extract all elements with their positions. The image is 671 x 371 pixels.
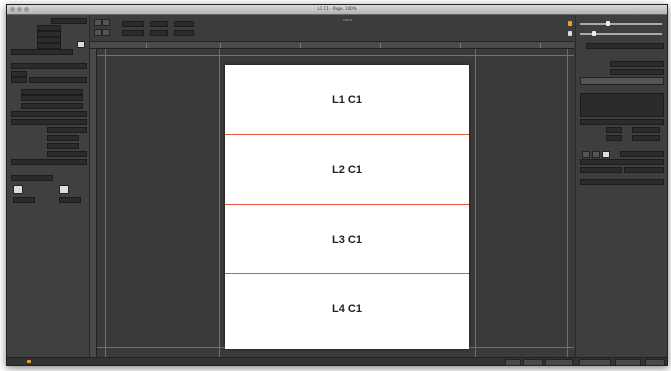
left-inspector-panel — [7, 15, 90, 365]
accent-indicator — [568, 21, 572, 26]
inspector-field[interactable] — [47, 127, 87, 133]
inspector-field[interactable] — [47, 135, 79, 141]
row-label: L3 C1 — [332, 233, 362, 246]
document-page[interactable]: L1 C1 L2 C1 L3 C1 L4 C1 — [225, 65, 469, 349]
inspector-field[interactable] — [11, 111, 87, 117]
inspector-field[interactable] — [11, 77, 27, 83]
status-button[interactable] — [615, 359, 641, 365]
tool-button[interactable] — [102, 19, 110, 26]
status-button[interactable] — [545, 359, 573, 365]
inspector-field[interactable] — [580, 119, 664, 125]
layout-row[interactable]: L3 C1 — [225, 205, 469, 274]
inspector-field[interactable] — [47, 151, 87, 157]
inspector-field[interactable] — [620, 151, 664, 157]
status-bar — [7, 357, 667, 365]
align-button[interactable] — [582, 151, 590, 158]
segmented-control[interactable] — [580, 77, 664, 85]
field[interactable] — [174, 21, 194, 27]
app-window: L1 C1 - Page, 100% 100 % L1 C1 L2 C1 L3 … — [6, 4, 668, 366]
guide-line — [105, 49, 106, 357]
y-field[interactable] — [122, 30, 144, 36]
layout-row[interactable]: L4 C1 — [225, 274, 469, 343]
layout-thumbnail[interactable] — [59, 185, 69, 194]
guide-line — [475, 49, 476, 357]
title-bar: L1 C1 - Page, 100% — [7, 5, 667, 15]
toolbar: 100 % — [90, 15, 574, 42]
zoom-level[interactable]: 100 % — [343, 18, 353, 22]
h-field[interactable] — [150, 30, 168, 36]
spacing-table — [580, 93, 664, 117]
inspector-field[interactable] — [610, 69, 664, 75]
layout-thumbnail[interactable] — [13, 185, 23, 194]
guide-line — [97, 55, 574, 56]
status-button[interactable] — [579, 359, 611, 365]
inspector-field[interactable] — [11, 159, 87, 165]
inspector-field[interactable] — [580, 167, 622, 173]
inspector-field[interactable] — [606, 127, 622, 133]
inspector-field[interactable] — [29, 77, 87, 83]
inspector-field[interactable] — [13, 197, 35, 203]
vertical-ruler — [90, 49, 97, 357]
inspector-field[interactable] — [21, 103, 83, 109]
w-field[interactable] — [150, 21, 168, 27]
inspector-field[interactable] — [21, 95, 83, 101]
align-button[interactable] — [592, 151, 600, 158]
guide-line — [219, 49, 220, 357]
inspector-field[interactable] — [59, 197, 81, 203]
swatch[interactable] — [568, 31, 572, 36]
inspector-field[interactable] — [51, 18, 87, 24]
row-label: L1 C1 — [332, 93, 362, 106]
layout-row[interactable]: L1 C1 — [225, 65, 469, 134]
slider[interactable] — [580, 23, 662, 25]
guide-line — [567, 49, 568, 357]
tool-button[interactable] — [94, 19, 102, 26]
horizontal-ruler — [90, 42, 574, 49]
inspector-field[interactable] — [11, 49, 73, 55]
toggle-button[interactable] — [77, 41, 85, 48]
tool-button[interactable] — [102, 29, 110, 36]
inspector-field[interactable] — [624, 167, 664, 173]
inspector-field[interactable] — [11, 119, 87, 125]
right-inspector-panel — [568, 15, 667, 365]
inspector-field[interactable] — [632, 135, 660, 141]
inspector-field[interactable] — [11, 63, 87, 69]
status-button[interactable] — [645, 359, 665, 365]
align-button[interactable] — [602, 151, 610, 158]
slider-knob[interactable] — [606, 21, 610, 26]
inspector-field[interactable] — [610, 61, 664, 67]
field[interactable] — [174, 30, 194, 36]
status-button[interactable] — [505, 359, 521, 365]
window-title: L1 C1 - Page, 100% — [317, 6, 357, 11]
row-label: L2 C1 — [332, 163, 362, 176]
status-indicator — [27, 360, 31, 363]
inspector-field[interactable] — [580, 179, 664, 185]
tool-button[interactable] — [94, 29, 102, 36]
inspector-field[interactable] — [11, 175, 53, 181]
slider-knob[interactable] — [592, 31, 596, 36]
row-label: L4 C1 — [332, 302, 362, 315]
inspector-field[interactable] — [606, 135, 622, 141]
inspector-field[interactable] — [632, 127, 660, 133]
inspector-field[interactable] — [586, 43, 664, 49]
layout-row[interactable]: L2 C1 — [225, 135, 469, 204]
status-button[interactable] — [523, 359, 543, 365]
inspector-field[interactable] — [580, 159, 664, 165]
x-field[interactable] — [122, 21, 144, 27]
inspector-field[interactable] — [47, 143, 79, 149]
